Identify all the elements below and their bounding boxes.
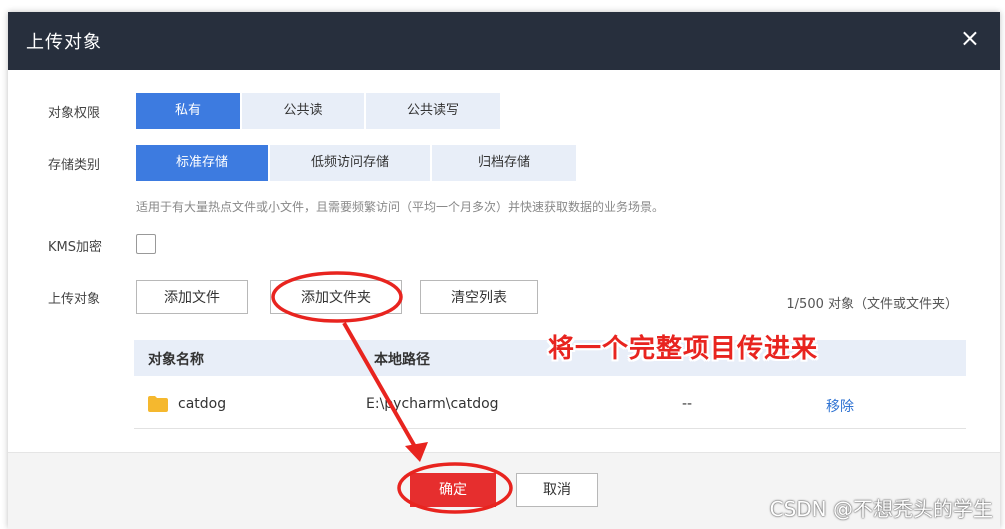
- permission-public-read-option[interactable]: 公共读: [242, 93, 364, 129]
- storage-hint: 适用于有大量热点文件或小文件，且需要频繁访问（平均一个月多次）并快速获取数据的业…: [136, 200, 665, 214]
- storage-class-label: 存储类别: [48, 158, 101, 173]
- add-file-button[interactable]: 添加文件: [136, 280, 248, 314]
- storage-infrequent-option[interactable]: 低频访问存储: [270, 145, 430, 181]
- dialog-title: 上传对象: [26, 32, 102, 53]
- storage-standard-option[interactable]: 标准存储: [136, 145, 268, 181]
- clear-list-button[interactable]: 清空列表: [420, 280, 538, 314]
- annotation-text: 将一个完整项目传进来: [548, 334, 819, 364]
- kms-label: KMS加密: [48, 240, 102, 255]
- permission-private-option[interactable]: 私有: [136, 93, 240, 129]
- table-row: catdog E:\pycharm\catdog -- 移除: [134, 382, 966, 429]
- column-header-path: 本地路径: [374, 352, 430, 368]
- cancel-button[interactable]: 取消: [516, 473, 598, 507]
- storage-archive-option[interactable]: 归档存储: [432, 145, 576, 181]
- object-count: 1/500 对象（文件或文件夹）: [786, 297, 958, 312]
- close-icon[interactable]: ×: [960, 26, 980, 50]
- file-size: --: [682, 396, 693, 412]
- dialog-titlebar: 上传对象 ×: [8, 12, 1000, 70]
- confirm-button[interactable]: 确定: [410, 473, 496, 507]
- file-path: E:\pycharm\catdog: [366, 396, 499, 412]
- upload-dialog: 上传对象 × 对象权限 私有 公共读 公共读写 存储类别 标准存储 低频访问存储…: [8, 12, 1000, 529]
- permission-public-read-write-option[interactable]: 公共读写: [366, 93, 500, 129]
- permission-label: 对象权限: [48, 106, 101, 121]
- kms-checkbox[interactable]: [136, 234, 156, 254]
- remove-link[interactable]: 移除: [826, 396, 854, 416]
- watermark: CSDN @不想秃头的学生: [769, 497, 993, 521]
- folder-icon: [148, 396, 168, 412]
- upload-label: 上传对象: [48, 292, 101, 307]
- background-page: [0, 0, 1005, 12]
- column-header-name: 对象名称: [148, 352, 204, 368]
- add-folder-button[interactable]: 添加文件夹: [270, 280, 402, 314]
- file-name: catdog: [178, 396, 227, 412]
